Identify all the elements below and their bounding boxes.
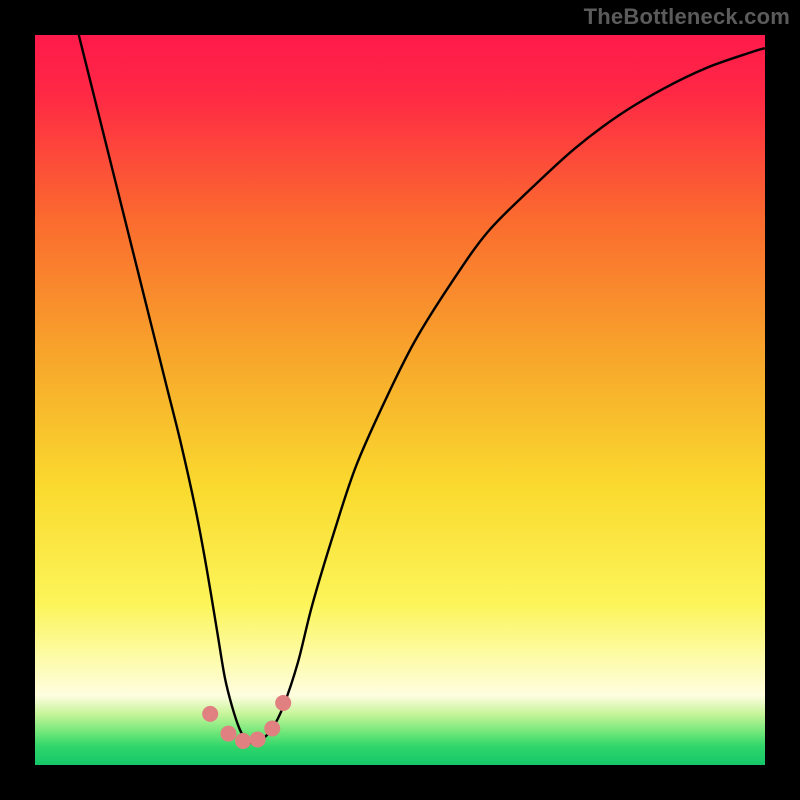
plot-area [35,35,765,765]
trough-marker [264,721,280,737]
watermark-text: TheBottleneck.com [584,4,790,30]
trough-marker [235,733,251,749]
chart-frame: TheBottleneck.com [0,0,800,800]
trough-marker [202,706,218,722]
trough-marker [275,695,291,711]
trough-marker [250,731,266,747]
background-gradient [35,35,765,765]
trough-marker [220,726,236,742]
chart-svg [35,35,765,765]
